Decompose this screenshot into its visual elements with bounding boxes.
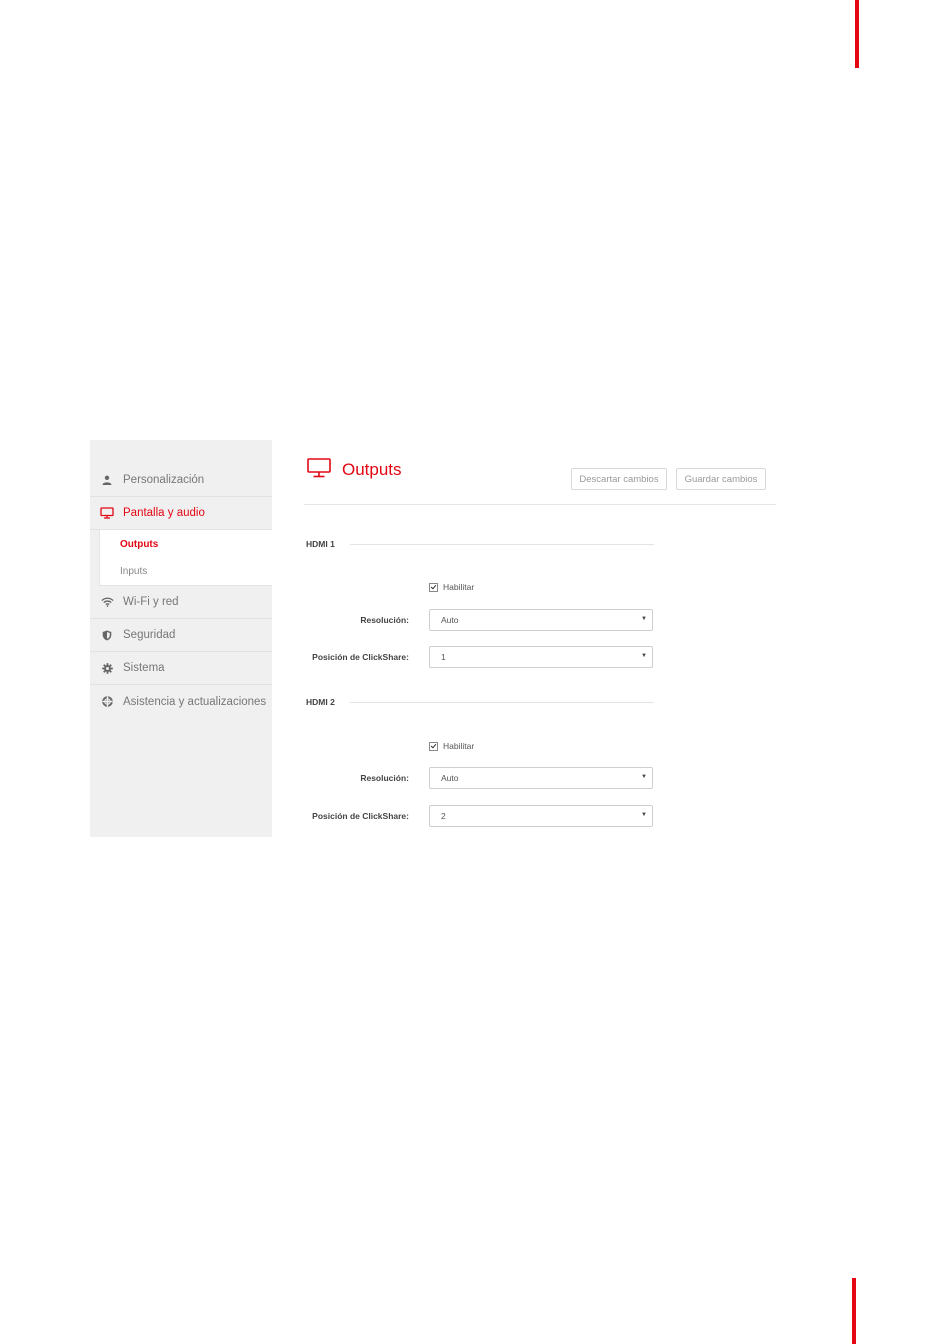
sidebar-item-label: Pantalla y audio xyxy=(123,507,205,519)
subnav-item-inputs[interactable]: Inputs xyxy=(120,566,147,577)
resolution-label: Resolución: xyxy=(360,773,409,783)
select-value: Auto xyxy=(441,773,459,783)
caret-down-icon: ▼ xyxy=(641,812,647,818)
wifi-icon xyxy=(100,595,114,609)
sidebar-item-label: Seguridad xyxy=(123,629,176,641)
subnav-item-outputs[interactable]: Outputs xyxy=(120,539,158,550)
sidebar: Personalización Pantalla y audio Outputs… xyxy=(90,440,272,837)
checkbox-checked-icon xyxy=(429,741,438,751)
section-title-hdmi2: HDMI 2 xyxy=(306,697,335,707)
subnav-pantalla-y-audio: Outputs Inputs xyxy=(99,530,272,586)
resolution-label: Resolución: xyxy=(360,615,409,625)
caret-down-icon: ▼ xyxy=(641,774,647,780)
section-title-hdmi1: HDMI 1 xyxy=(306,539,335,549)
section-divider xyxy=(350,544,654,545)
sidebar-item-label: Asistencia y actualizaciones xyxy=(123,695,267,708)
sidebar-item-sistema[interactable]: Sistema xyxy=(90,652,272,685)
sidebar-item-personalizacion[interactable]: Personalización xyxy=(90,464,272,497)
select-value: 2 xyxy=(441,811,446,821)
sidebar-item-wifi-y-red[interactable]: Wi-Fi y red xyxy=(90,586,272,619)
enable-hdmi1-checkbox[interactable]: Habilitar xyxy=(429,582,474,592)
clickshare-position-select-hdmi2[interactable]: 2 ▼ xyxy=(429,805,653,827)
checkbox-label: Habilitar xyxy=(443,741,475,751)
page-marker-top xyxy=(855,0,859,68)
header-divider xyxy=(304,504,776,505)
lifebuoy-icon xyxy=(100,695,114,709)
sidebar-item-asistencia[interactable]: Asistencia y actualizaciones xyxy=(90,685,272,718)
sidebar-item-label: Sistema xyxy=(123,662,165,674)
sidebar-item-label: Personalización xyxy=(123,474,205,486)
checkbox-checked-icon xyxy=(429,582,438,592)
resolution-select-hdmi2[interactable]: Auto ▼ xyxy=(429,767,653,789)
page-title: Outputs xyxy=(342,460,402,479)
monitor-icon xyxy=(100,506,114,520)
caret-down-icon: ▼ xyxy=(641,616,647,622)
resolution-select-hdmi1[interactable]: Auto ▼ xyxy=(429,609,653,631)
clickshare-position-label: Posición de ClickShare: xyxy=(312,652,409,662)
checkbox-label: Habilitar xyxy=(443,582,475,592)
sidebar-item-label: Wi-Fi y red xyxy=(123,596,179,608)
clickshare-position-select-hdmi1[interactable]: 1 ▼ xyxy=(429,646,653,668)
gear-icon xyxy=(100,661,114,675)
main-panel: Outputs Descartar cambios Guardar cambio… xyxy=(304,440,778,838)
caret-down-icon: ▼ xyxy=(641,653,647,659)
settings-window: Personalización Pantalla y audio Outputs… xyxy=(90,440,778,838)
enable-hdmi2-checkbox[interactable]: Habilitar xyxy=(429,741,474,751)
discard-changes-button[interactable]: Descartar cambios xyxy=(571,468,667,490)
page-marker-bottom xyxy=(852,1278,856,1344)
select-value: Auto xyxy=(441,615,459,625)
section-divider xyxy=(350,702,654,703)
sidebar-item-seguridad[interactable]: Seguridad xyxy=(90,619,272,652)
clickshare-position-label: Posición de ClickShare: xyxy=(312,811,409,821)
save-changes-button[interactable]: Guardar cambios xyxy=(676,468,766,490)
shield-icon xyxy=(100,628,114,642)
select-value: 1 xyxy=(441,652,446,662)
sidebar-item-pantalla-y-audio[interactable]: Pantalla y audio xyxy=(90,497,272,530)
user-icon xyxy=(100,473,114,487)
monitor-icon xyxy=(307,458,331,483)
